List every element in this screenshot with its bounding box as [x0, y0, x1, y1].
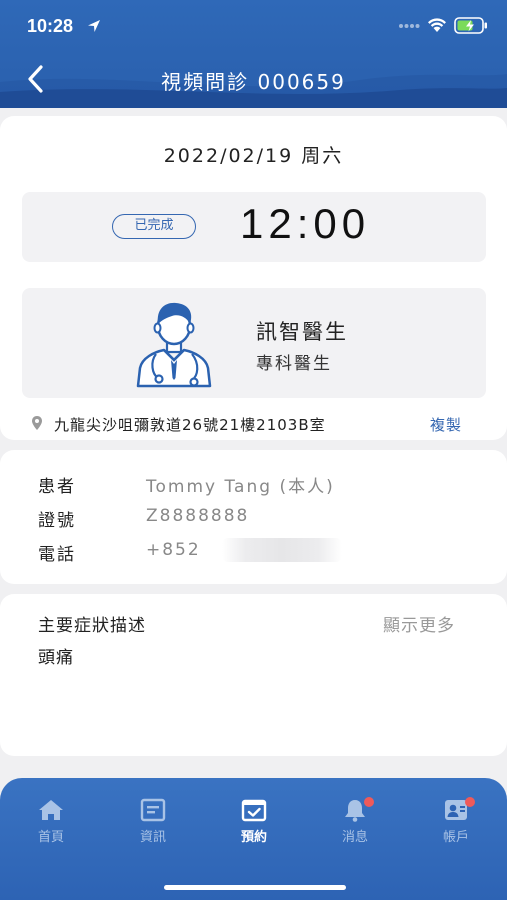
tab-news[interactable]: 資訊: [118, 798, 188, 848]
account-badge-dot: [465, 797, 475, 807]
news-icon: [140, 798, 166, 822]
doctor-name: 訊智醫生: [256, 320, 348, 344]
signal-dots-icon: [399, 24, 420, 28]
calendar-check-icon: [241, 799, 267, 822]
tab-messages[interactable]: 消息: [320, 797, 390, 848]
appointment-time: 12:00: [240, 200, 371, 247]
page-title: 視頻問診 000659: [161, 70, 346, 94]
tab-news-label: 資訊: [139, 830, 166, 845]
tab-appointment[interactable]: 預約: [219, 798, 289, 848]
location-arrow-icon: [88, 20, 100, 32]
id-number-value: Z8888888: [146, 506, 250, 526]
phone-number-redacted: [222, 538, 342, 562]
map-pin-icon: [32, 416, 42, 430]
patient-info-card: [0, 450, 507, 584]
doctor-info-box: [22, 288, 486, 398]
appointment-date: 2022/02/19 周六: [163, 145, 344, 167]
copy-address-button[interactable]: 複製: [430, 414, 462, 435]
doctor-avatar-icon: [136, 302, 212, 388]
show-more-button[interactable]: 顯示更多: [383, 611, 455, 636]
patient-label: 患者: [38, 477, 76, 497]
status-time: 10:28: [27, 16, 74, 36]
phone-value: +852: [146, 540, 201, 560]
home-indicator[interactable]: [164, 885, 346, 890]
phone-label: 電話: [38, 545, 76, 565]
symptom-title: 主要症狀描述: [38, 616, 146, 636]
tab-messages-label: 消息: [341, 830, 368, 845]
tab-home[interactable]: 首頁: [16, 798, 86, 848]
home-icon: [39, 800, 63, 820]
doctor-title: 專科醫生: [256, 354, 332, 374]
patient-value: Tommy Tang (本人): [146, 477, 335, 497]
status-bar: 10:28: [0, 0, 507, 52]
tab-account[interactable]: 帳戶: [421, 797, 491, 848]
symptom-description: 頭痛: [38, 648, 74, 668]
header-bar: 10:28 視頻問診 000659: [0, 0, 507, 108]
messages-badge-dot: [364, 797, 374, 807]
clinic-address: 九龍尖沙咀彌敦道26號21樓2103B室: [54, 416, 326, 434]
wifi-icon: [428, 18, 446, 32]
id-number-label: 證號: [38, 511, 76, 531]
tab-account-label: 帳戶: [442, 830, 469, 845]
tab-appointment-label: 預約: [240, 830, 267, 845]
tab-home-label: 首頁: [37, 830, 64, 845]
status-badge: 已完成: [112, 214, 196, 239]
battery-charging-icon: [454, 17, 487, 34]
